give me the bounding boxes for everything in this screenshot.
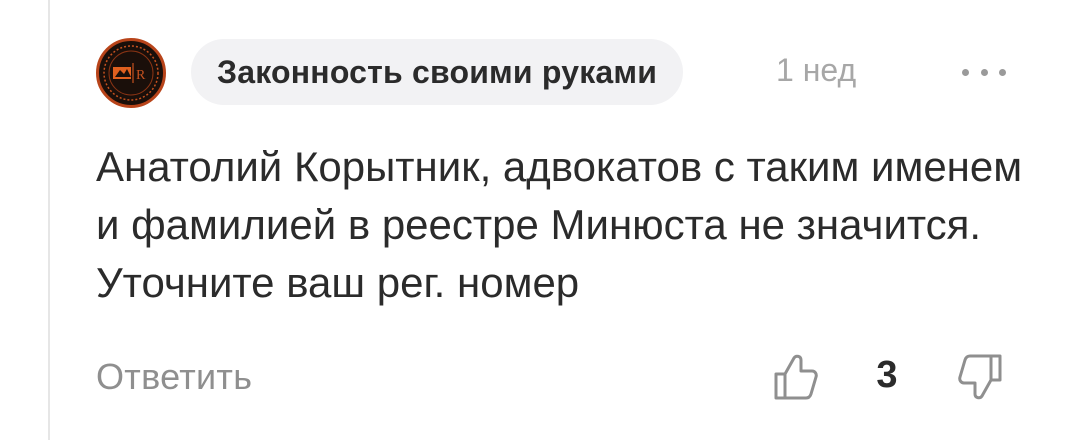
dislike-button[interactable] [956,350,1006,404]
thumbs-up-icon [774,354,818,400]
comment-text: Анатолий Корытник, адвокатов с таким име… [96,143,1023,306]
reply-button[interactable]: Ответить [96,356,252,398]
thumbs-down-icon [958,354,1002,400]
more-horizontal-icon [980,68,988,76]
like-button[interactable] [770,350,820,404]
more-options-button[interactable] [962,58,1006,86]
comment-timestamp: 1 нед [776,52,857,88]
author-name: Законность своими руками [217,53,658,90]
avatar-logo: R [103,45,159,101]
author-avatar[interactable]: R [96,38,166,108]
more-horizontal-icon [962,68,969,76]
avatar-monogram: R [136,68,146,83]
comment: R Законность своими руками 1 нед Анатоли… [0,0,1080,440]
like-count: 3 [876,354,898,396]
author-chip[interactable]: Законность своими руками [191,39,684,105]
more-horizontal-icon [999,68,1006,76]
